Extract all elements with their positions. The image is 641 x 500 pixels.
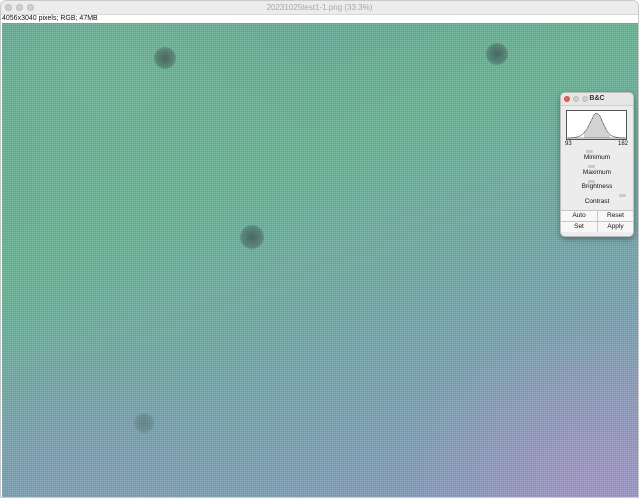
window-titlebar[interactable]: 20231025test1-1.png (33.3%) <box>1 1 638 15</box>
window-title: 20231025test1-1.png (33.3%) <box>266 3 373 12</box>
dark-spot <box>154 47 176 69</box>
brightness-contrast-dialog: B&C 93 182 Minimum Maximum Brightness Co… <box>560 92 634 237</box>
minimum-slider[interactable] <box>586 150 593 153</box>
histogram-graph <box>567 112 626 139</box>
auto-button[interactable]: Auto <box>561 210 597 221</box>
brightness-label: Brightness <box>581 183 613 190</box>
dark-spot <box>486 43 508 65</box>
histogram <box>566 110 627 140</box>
image-canvas[interactable] <box>2 23 638 497</box>
dialog-title: B&C <box>589 95 605 102</box>
button-divider <box>597 210 598 232</box>
apply-button[interactable]: Apply <box>598 221 633 232</box>
image-info: 4056x3040 pixels; RGB; 47MB <box>2 15 98 22</box>
reset-button[interactable]: Reset <box>598 210 633 221</box>
dark-spot <box>240 225 264 249</box>
minimum-label: Minimum <box>583 154 611 161</box>
set-button[interactable]: Set <box>561 221 597 232</box>
image-window: 20231025test1-1.png (33.3%) 4056x3040 pi… <box>0 0 639 498</box>
contrast-slider[interactable] <box>619 194 626 197</box>
dialog-titlebar[interactable]: B&C <box>561 93 633 106</box>
contrast-label: Contrast <box>584 198 610 205</box>
dark-spot <box>134 413 154 433</box>
histogram-max-value: 182 <box>617 141 628 147</box>
maximum-slider[interactable] <box>588 165 595 168</box>
histogram-min-value: 93 <box>565 141 572 147</box>
maximum-label: Maximum <box>582 169 612 176</box>
